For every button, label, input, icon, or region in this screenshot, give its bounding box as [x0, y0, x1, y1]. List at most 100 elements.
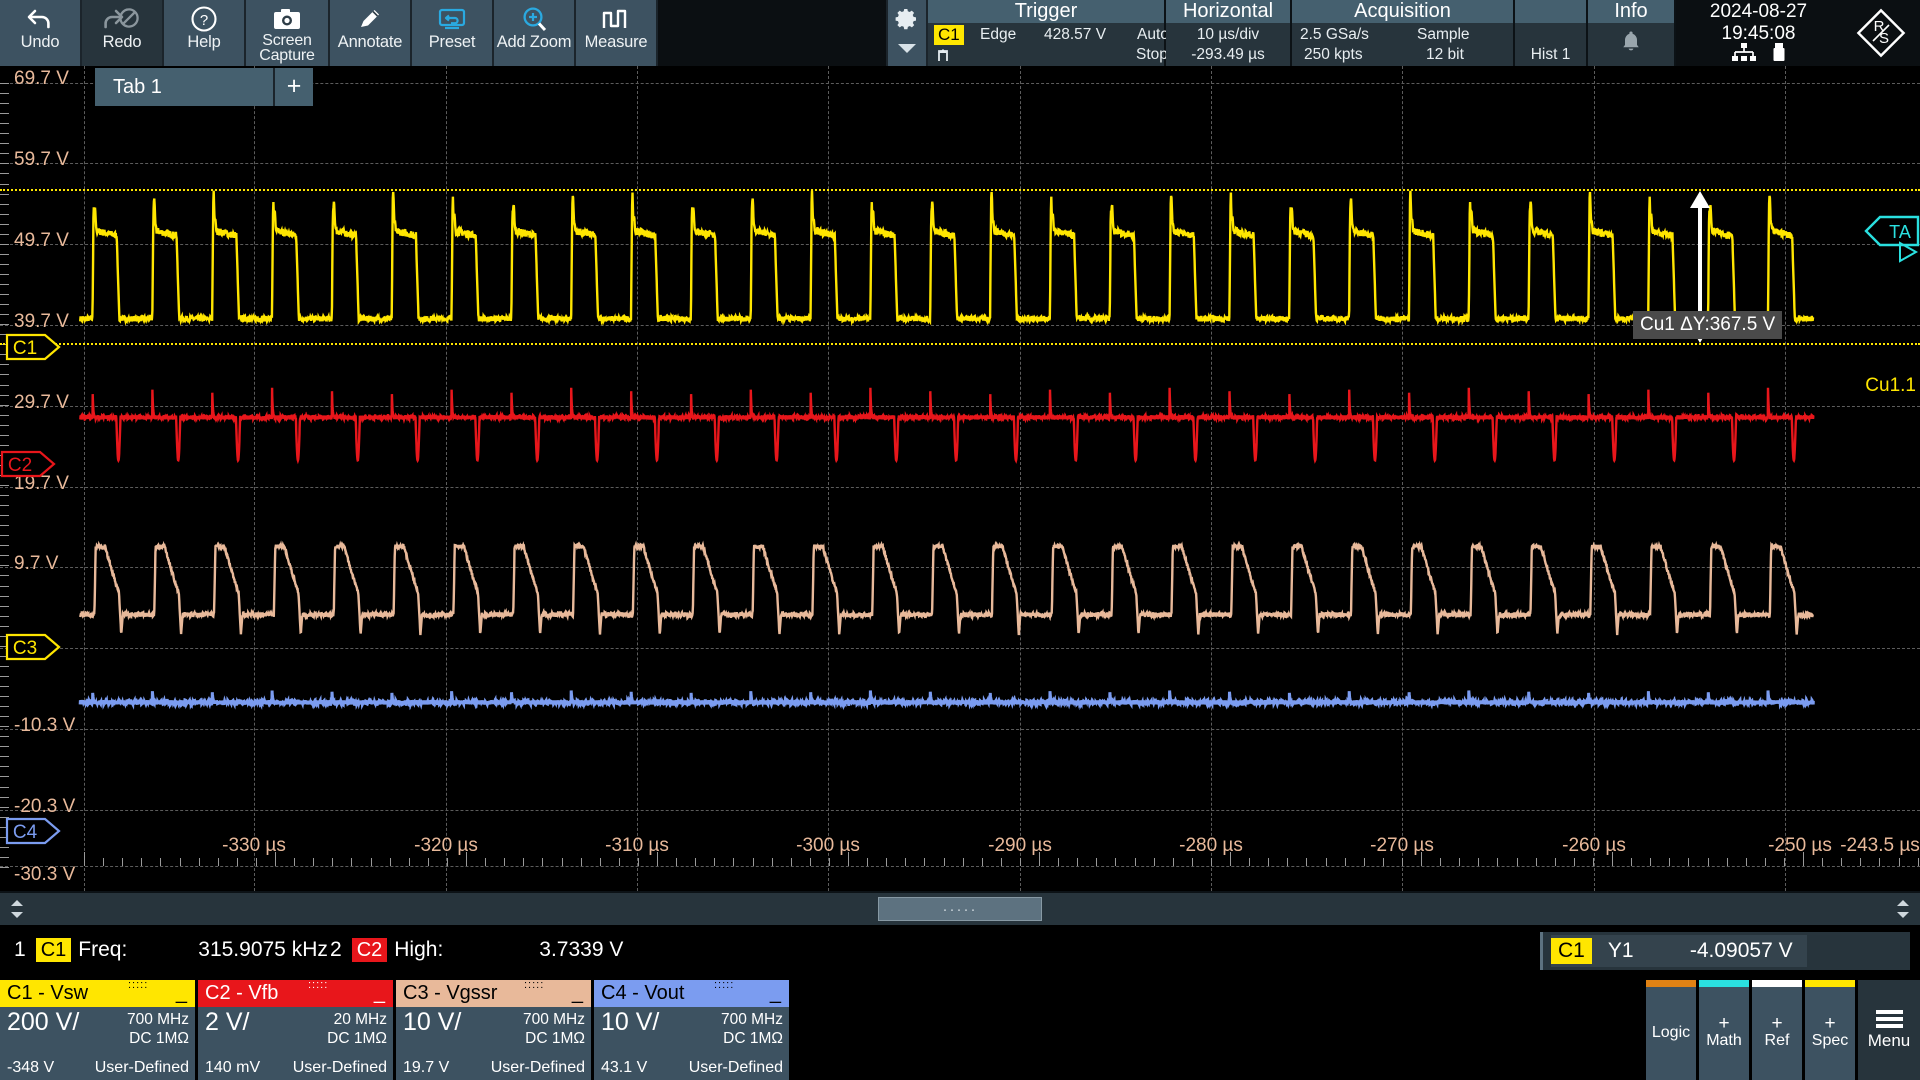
gear-icon[interactable] — [895, 7, 919, 36]
scroll-right-button[interactable] — [1886, 893, 1920, 925]
svg-text:?: ? — [200, 12, 208, 29]
channel-config: 700 MHz DC 1MΩ — [721, 1010, 783, 1048]
top-toolbar: Undo Redo ? Help Screen Capture Annotate… — [0, 0, 1920, 66]
trigger-source-chip[interactable]: C1 — [934, 25, 964, 45]
trigger-panel[interactable]: Trigger C1 Edge 428.57 V Auto Stop — [928, 0, 1169, 66]
channel-minimize-button[interactable]: _ — [572, 982, 583, 1005]
channel-bandwidth: 700 MHz — [126, 1011, 189, 1028]
measure-icon — [602, 4, 630, 34]
channel-body-c3: 10 V/ 700 MHz DC 1MΩ 19.7 V User-Defined — [396, 1007, 591, 1080]
measure-button[interactable]: Measure — [576, 0, 658, 66]
ref-button[interactable]: + Ref — [1752, 980, 1802, 1080]
channel-card-c4[interactable]: ::::: C4 - Vout _ 10 V/ 700 MHz DC 1MΩ 4… — [594, 979, 789, 1080]
drag-dots-icon: ::::: — [128, 979, 149, 991]
time-label: 19:45:08 — [1721, 23, 1796, 44]
trigger-type: Edge — [980, 26, 1017, 43]
scroll-track[interactable]: ····· — [34, 893, 1886, 925]
channel-header-c4[interactable]: ::::: C4 - Vout _ — [594, 979, 789, 1007]
waveform-trace — [79, 190, 1815, 327]
history-body: Hist 1 — [1515, 23, 1586, 66]
channel-marker-c2[interactable]: C2 — [0, 450, 58, 478]
add-tab-button[interactable]: + — [275, 68, 313, 106]
redo-button[interactable]: Redo — [82, 0, 164, 66]
screen-capture-label-2: Capture — [259, 47, 315, 64]
channel-title: C4 - Vout — [601, 982, 685, 1004]
waveform-plot-area[interactable]: Tab 1 + 69.7 V 59.7 V 49.7 V 39.7 V 29.7… — [0, 66, 1920, 891]
channel-probe: User-Defined — [688, 1059, 783, 1076]
horizontal-timebase: 10 µs/div — [1196, 26, 1260, 43]
svg-text:C4: C4 — [13, 822, 38, 843]
measurement-item-1[interactable]: 1 C1 Freq: 315.9075 kHz — [14, 935, 328, 965]
horizontal-scrollbar[interactable]: ····· — [0, 891, 1920, 925]
function-buttons-row: Logic + Math + Ref + Spec Menu — [1646, 980, 1920, 1080]
channel-body-c1: 200 V/ 700 MHz DC 1MΩ -348 V User-Define… — [0, 1007, 195, 1080]
channel-minimize-button[interactable]: _ — [770, 982, 781, 1005]
measurement-item-2[interactable]: 2 C2 High: 3.7339 V — [330, 935, 623, 965]
bell-icon[interactable] — [1618, 29, 1644, 60]
info-panel[interactable]: Info — [1588, 0, 1676, 66]
help-button[interactable]: ? Help — [164, 0, 246, 66]
channel-card-c1[interactable]: ::::: C1 - Vsw _ 200 V/ 700 MHz DC 1MΩ -… — [0, 979, 195, 1080]
status-icons — [1676, 43, 1841, 66]
preset-icon — [437, 4, 467, 34]
undo-icon — [25, 4, 55, 34]
acquisition-panel[interactable]: Acquisition 2.5 GSa/s Sample 250 kpts 12… — [1292, 0, 1515, 66]
scroll-thumb[interactable]: ····· — [878, 897, 1042, 921]
menu-label: Menu — [1867, 1030, 1911, 1050]
lan-icon — [1731, 43, 1756, 66]
channel-minimize-button[interactable]: _ — [176, 982, 187, 1005]
channel-probe: User-Defined — [292, 1059, 387, 1076]
channel-card-c3[interactable]: ::::: C3 - Vgssr _ 10 V/ 700 MHz DC 1MΩ … — [396, 979, 591, 1080]
trigger-settings-column — [886, 0, 928, 66]
pencil-icon — [357, 4, 383, 34]
cursor-line-1[interactable] — [0, 189, 1920, 191]
help-icon: ? — [190, 4, 218, 34]
spec-button[interactable]: + Spec — [1805, 980, 1855, 1080]
undo-label: Undo — [20, 33, 60, 51]
trigger-body: C1 Edge 428.57 V Auto Stop — [928, 23, 1169, 66]
drag-dots-icon: ::::: — [308, 979, 329, 991]
acq-history: Hist 1 — [1530, 46, 1571, 63]
logic-button[interactable]: Logic — [1646, 980, 1696, 1080]
acq-memdepth: 250 kpts — [1304, 46, 1363, 63]
chevron-down-icon[interactable] — [896, 41, 918, 60]
scroll-left-button[interactable] — [0, 893, 34, 925]
channel-marker-c1[interactable]: C1 — [5, 333, 63, 361]
menu-button[interactable]: Menu — [1858, 980, 1920, 1080]
channel-offset: -348 V — [7, 1059, 55, 1076]
spec-color-bar — [1805, 980, 1855, 987]
math-button[interactable]: + Math — [1699, 980, 1749, 1080]
channel-header-c2[interactable]: ::::: C2 - Vfb _ — [198, 979, 393, 1007]
acq-mode: Sample — [1417, 26, 1470, 43]
math-color-bar — [1699, 980, 1749, 987]
add-zoom-button[interactable]: Add Zoom — [494, 0, 576, 66]
channel-bandwidth: 700 MHz — [720, 1011, 783, 1028]
channel-body-c4: 10 V/ 700 MHz DC 1MΩ 43.1 V User-Defined — [594, 1007, 789, 1080]
channel-offset: 140 mV — [205, 1059, 261, 1076]
measurement-value: 315.9075 kHz — [198, 938, 328, 961]
screen-capture-button[interactable]: Screen Capture — [246, 0, 330, 66]
annotate-button[interactable]: Annotate — [330, 0, 412, 66]
preset-button[interactable]: Preset — [412, 0, 494, 66]
logic-color-bar — [1646, 980, 1696, 987]
channel-marker-c3[interactable]: C3 — [5, 633, 63, 661]
cursor-line-2[interactable] — [0, 343, 1920, 345]
tab-1[interactable]: Tab 1 — [95, 68, 275, 106]
channel-card-c2[interactable]: ::::: C2 - Vfb _ 2 V/ 20 MHz DC 1MΩ 140 … — [198, 979, 393, 1080]
waveform-trace — [79, 387, 1815, 465]
ref-label: Ref — [1764, 1032, 1790, 1049]
channel-coupling: DC 1MΩ — [525, 1030, 585, 1047]
undo-button[interactable]: Undo — [0, 0, 82, 66]
cursor-readout-panel[interactable]: C1 Y1 -4.09057 V — [1540, 932, 1910, 970]
annotate-label: Annotate — [337, 33, 403, 51]
history-panel[interactable]: Hist 1 — [1515, 0, 1588, 66]
channel-header-c1[interactable]: ::::: C1 - Vsw _ — [0, 979, 195, 1007]
channel-marker-c4[interactable]: C4 — [5, 817, 63, 845]
channel-header-c3[interactable]: ::::: C3 - Vgssr _ — [396, 979, 591, 1007]
horizontal-panel[interactable]: Horizontal 10 µs/div -293.49 µs — [1166, 0, 1292, 66]
channel-minimize-button[interactable]: _ — [374, 982, 385, 1005]
channel-config: 20 MHz DC 1MΩ — [327, 1010, 387, 1048]
waveform-trace — [78, 690, 1815, 711]
cursor-name: Y1 — [1607, 939, 1634, 962]
channel-probe: User-Defined — [94, 1059, 189, 1076]
